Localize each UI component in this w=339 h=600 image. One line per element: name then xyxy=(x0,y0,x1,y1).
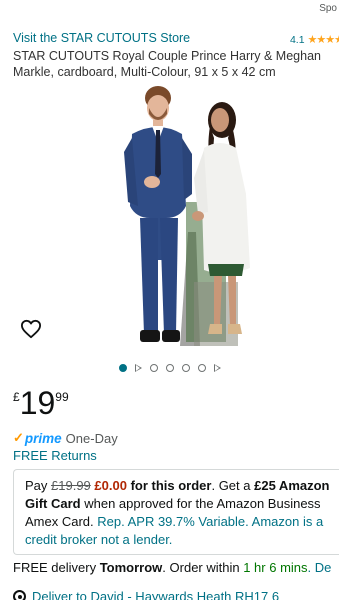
delivery-middle: . Order within xyxy=(162,560,244,575)
prime-badge[interactable]: ✓ prime One-Day xyxy=(13,430,118,446)
promo-pay-text: Pay xyxy=(25,478,52,493)
product-image[interactable] xyxy=(118,82,262,346)
price-currency: £ xyxy=(13,390,20,404)
product-image-area[interactable] xyxy=(0,82,339,352)
carousel-video-icon[interactable] xyxy=(134,364,142,372)
carousel-dot-1[interactable] xyxy=(118,364,127,372)
rating-summary[interactable]: 4.1 ★★★★ xyxy=(289,33,339,47)
deliver-to-text: Deliver to David - Haywards Heath RH17 6 xyxy=(32,589,280,600)
carousel-video-icon[interactable] xyxy=(213,364,221,372)
promo-original-price: £19.99 xyxy=(51,478,91,493)
promo-for-order: for this order xyxy=(126,478,212,493)
promo-new-price: £0.00 xyxy=(94,478,127,493)
prime-logo: prime xyxy=(24,430,62,446)
price-fraction: 99 xyxy=(55,390,69,404)
heart-outline-icon[interactable] xyxy=(20,319,42,339)
promo-get-a: . Get a xyxy=(211,478,255,493)
deliver-to-link[interactable]: Deliver to David - Haywards Heath RH17 6 xyxy=(13,589,279,600)
price: £ 19 99 xyxy=(13,385,69,421)
carousel-dot-6[interactable] xyxy=(197,364,206,372)
delivery-countdown: 1 hr 6 mins xyxy=(243,560,308,575)
figure-man xyxy=(124,86,192,342)
delivery-day: Tomorrow xyxy=(99,560,163,575)
prime-check-icon: ✓ xyxy=(13,430,24,445)
store-link[interactable]: Visit the STAR CUTOUTS Store xyxy=(13,31,190,45)
sponsored-label: Spo xyxy=(319,3,337,14)
carousel-dot-3[interactable] xyxy=(149,364,158,372)
delivery-message: FREE delivery Tomorrow. Order within 1 h… xyxy=(13,560,339,575)
price-whole: 19 xyxy=(19,385,56,421)
delivery-details-link[interactable]: . De xyxy=(308,560,332,575)
star-rating-icon: ★★★★ xyxy=(307,34,339,46)
prime-delivery-speed: One-Day xyxy=(65,430,118,446)
rating-value: 4.1 xyxy=(289,33,305,46)
product-title: STAR CUTOUTS Royal Couple Prince Harry &… xyxy=(13,49,321,79)
carousel-dot-5[interactable] xyxy=(181,364,190,372)
store-row: Visit the STAR CUTOUTS Store 4.1 ★★★★ xyxy=(13,31,339,47)
credit-card-promo[interactable]: Pay £19.99 £0.00 for this order. Get a £… xyxy=(13,469,339,555)
free-returns-link[interactable]: FREE Returns xyxy=(13,448,97,463)
carousel-dot-4[interactable] xyxy=(165,364,174,372)
location-pin-icon xyxy=(13,590,26,600)
image-carousel-indicator[interactable] xyxy=(0,364,339,372)
delivery-prefix: FREE delivery xyxy=(13,560,100,575)
